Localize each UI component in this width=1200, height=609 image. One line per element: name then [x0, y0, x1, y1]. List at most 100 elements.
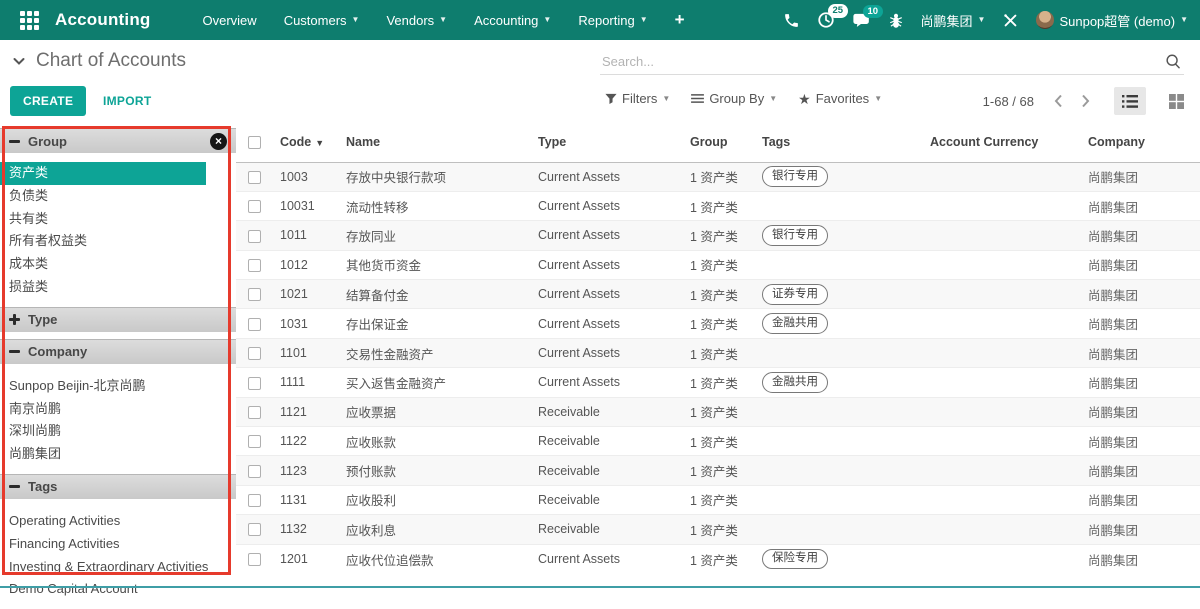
row-checkbox[interactable] [248, 377, 261, 390]
table-row[interactable]: 10031流动性转移Current Assets1 资产类尚鹏集团 [236, 191, 1200, 220]
import-button[interactable]: IMPORT [97, 93, 157, 109]
table-row[interactable]: 1201应收代位追偿款Current Assets1 资产类保险专用尚鹏集团 [236, 544, 1200, 573]
table-row[interactable]: 1003存放中央银行款项Current Assets1 资产类银行专用尚鹏集团 [236, 162, 1200, 191]
cell-name: 应收利息 [342, 515, 534, 544]
cell-type: Current Assets [534, 338, 686, 367]
table-row[interactable]: 1132应收利息Receivable1 资产类尚鹏集团 [236, 515, 1200, 544]
menu-vendors[interactable]: Vendors ▼ [386, 13, 447, 28]
cell-code: 1101 [276, 338, 342, 367]
table-row[interactable]: 1011存放同业Current Assets1 资产类银行专用尚鹏集团 [236, 221, 1200, 250]
cell-tags: 银行专用 [758, 162, 926, 191]
cell-company: 尚鹏集团 [1084, 338, 1200, 367]
company-switcher[interactable]: 尚鹏集团 ▼ [921, 11, 986, 30]
row-checkbox[interactable] [248, 230, 261, 243]
filter-option[interactable]: Operating Activities [0, 510, 236, 533]
filters-dropdown[interactable]: Filters ▼ [605, 91, 670, 106]
menu-customers[interactable]: Customers ▼ [284, 13, 360, 28]
search-input[interactable] [600, 53, 1164, 70]
column-header-name[interactable]: Name [342, 122, 534, 162]
row-checkbox[interactable] [248, 259, 261, 272]
filter-option[interactable]: Demo Capital Account [0, 578, 236, 601]
cell-account-currency [926, 309, 1084, 338]
breadcrumb-collapse-icon[interactable] [13, 57, 25, 66]
row-checkbox[interactable] [248, 523, 261, 536]
list-view-button[interactable] [1114, 87, 1146, 115]
filter-option[interactable]: Financing Activities [0, 533, 236, 556]
column-header-company[interactable]: Company [1084, 122, 1200, 162]
table-row[interactable]: 1021结算备付金Current Assets1 资产类证券专用尚鹏集团 [236, 280, 1200, 309]
filter-option[interactable]: 深圳尚鹏 [0, 420, 236, 443]
filter-option[interactable]: 所有者权益类 [0, 230, 236, 253]
menu-reporting[interactable]: Reporting ▼ [578, 13, 647, 28]
filter-option[interactable]: 共有类 [0, 208, 236, 231]
cell-name: 存放同业 [342, 221, 534, 250]
accounts-table-body: 1003存放中央银行款项Current Assets1 资产类银行专用尚鹏集团1… [236, 162, 1200, 573]
messages-chat-icon[interactable]: 10 [852, 12, 871, 29]
table-row[interactable]: 1131应收股利Receivable1 资产类尚鹏集团 [236, 485, 1200, 514]
close-icon[interactable]: × [210, 133, 227, 150]
filter-option[interactable]: Sunpop Beijin-北京尚鹏 [0, 375, 236, 398]
user-menu[interactable]: Sunpop超管 (demo) ▼ [1036, 11, 1188, 30]
select-all-checkbox[interactable] [248, 136, 261, 149]
section-header-group[interactable]: Group × [0, 128, 236, 153]
table-row[interactable]: 1122应收账款Receivable1 资产类尚鹏集团 [236, 427, 1200, 456]
row-checkbox[interactable] [248, 200, 261, 213]
table-row[interactable]: 1012其他货币资金Current Assets1 资产类尚鹏集团 [236, 250, 1200, 279]
row-checkbox[interactable] [248, 435, 261, 448]
row-checkbox[interactable] [248, 288, 261, 301]
menu-overview[interactable]: Overview [203, 13, 257, 28]
row-checkbox[interactable] [248, 406, 261, 419]
row-checkbox[interactable] [248, 465, 261, 478]
filter-option[interactable]: Investing & Extraordinary Activities [0, 556, 236, 579]
quick-create-plus-button[interactable]: + [675, 10, 685, 30]
row-checkbox[interactable] [248, 553, 261, 566]
row-checkbox[interactable] [248, 494, 261, 507]
cell-type: Current Assets [534, 191, 686, 220]
row-select-cell [236, 456, 276, 485]
voip-phone-icon[interactable] [783, 12, 800, 29]
row-checkbox[interactable] [248, 171, 261, 184]
filter-option[interactable]: 尚鹏集团 [0, 443, 236, 466]
filter-option[interactable]: 损益类 [0, 276, 236, 299]
filter-option[interactable]: 南京尚鹏 [0, 398, 236, 421]
section-title: Company [28, 344, 87, 359]
table-row[interactable]: 1123预付账款Receivable1 资产类尚鹏集团 [236, 456, 1200, 485]
table-row[interactable]: 1121应收票据Receivable1 资产类尚鹏集团 [236, 397, 1200, 426]
section-header-company[interactable]: Company [0, 339, 236, 364]
cell-type: Current Assets [534, 280, 686, 309]
tag-pill: 保险专用 [762, 549, 828, 570]
tools-icon[interactable] [1002, 12, 1019, 29]
table-row[interactable]: 1111买入返售金融资产Current Assets1 资产类金融共用尚鹏集团 [236, 368, 1200, 397]
pager-next-button[interactable] [1079, 92, 1092, 110]
debug-bug-icon[interactable] [888, 12, 904, 29]
search-bar [600, 49, 1184, 75]
kanban-view-button[interactable] [1160, 87, 1192, 115]
pager-previous-button[interactable] [1052, 92, 1065, 110]
table-row[interactable]: 1101交易性金融资产Current Assets1 资产类尚鹏集团 [236, 338, 1200, 367]
section-header-type[interactable]: Type [0, 307, 236, 332]
apps-grid-icon[interactable] [20, 11, 39, 30]
activities-clock-icon[interactable]: 25 [817, 11, 835, 29]
app-title[interactable]: Accounting [55, 10, 151, 30]
cell-name: 应收股利 [342, 485, 534, 514]
section-header-tags[interactable]: Tags [0, 474, 236, 499]
row-checkbox[interactable] [248, 318, 261, 331]
search-icon[interactable] [1164, 53, 1182, 71]
filter-option[interactable]: 负债类 [0, 185, 236, 208]
cell-group: 1 资产类 [686, 162, 758, 191]
filter-option[interactable]: 资产类 [0, 162, 206, 185]
column-header-account-currency[interactable]: Account Currency [926, 122, 1084, 162]
column-header-group[interactable]: Group [686, 122, 758, 162]
create-button[interactable]: CREATE [10, 86, 86, 116]
column-header-type[interactable]: Type [534, 122, 686, 162]
filter-option[interactable]: 成本类 [0, 253, 236, 276]
column-header-code[interactable]: Code▼ [276, 122, 342, 162]
group-by-dropdown[interactable]: Group By ▼ [691, 91, 777, 106]
table-row[interactable]: 1031存出保证金Current Assets1 资产类金融共用尚鹏集团 [236, 309, 1200, 338]
cell-company: 尚鹏集团 [1084, 368, 1200, 397]
favorites-dropdown[interactable]: ★ Favorites ▼ [798, 91, 882, 106]
row-select-cell [236, 368, 276, 397]
menu-accounting[interactable]: Accounting ▼ [474, 13, 551, 28]
row-checkbox[interactable] [248, 347, 261, 360]
column-header-tags[interactable]: Tags [758, 122, 926, 162]
